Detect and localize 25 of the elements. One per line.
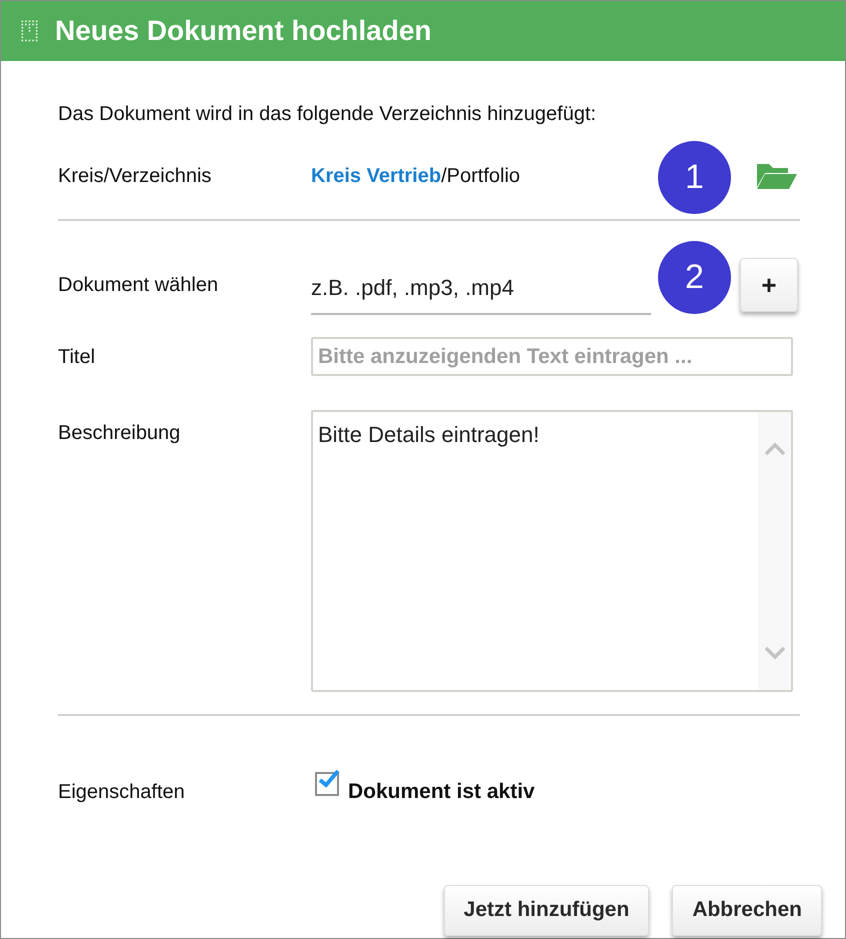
circle-link[interactable]: Kreis Vertrieb	[311, 165, 442, 187]
intro-text: Das Dokument wird in das folgende Verzeichnis hinzugefügt:	[58, 102, 598, 127]
cancel-button[interactable]: Abbrechen	[672, 884, 822, 936]
description-field[interactable]: Bitte Details eintragen!	[311, 410, 793, 692]
file-field[interactable]: z.B. .pdf, .mp3, .mp4	[311, 255, 651, 315]
title-field[interactable]: Bitte anzuzeigenden Text eintragen ...	[311, 337, 793, 376]
checkmark-icon	[317, 768, 341, 790]
checkbox-label: Dokument ist aktiv	[348, 779, 535, 805]
field-label: Beschreibung	[58, 421, 182, 446]
folder-icon[interactable]	[756, 161, 798, 191]
field-label: Eigenschaften	[58, 780, 186, 805]
scrollbar[interactable]	[758, 412, 791, 690]
add-now-button[interactable]: Jetzt hinzufügen	[444, 884, 650, 936]
location-path: Kreis Vertrieb/Portfolio	[311, 164, 520, 189]
checkbox[interactable]	[315, 772, 339, 796]
chevron-down-icon[interactable]	[764, 646, 786, 660]
chevron-up-icon[interactable]	[764, 442, 786, 456]
field-label: Kreis/Verzeichnis	[58, 164, 212, 189]
grid-icon	[21, 20, 39, 42]
add-button[interactable]: +	[740, 258, 798, 312]
field-label: Titel	[58, 344, 96, 370]
field-label: Dokument wählen	[58, 273, 220, 298]
number-badge: 1	[658, 141, 731, 214]
number-badge: 2	[658, 241, 731, 314]
window-title: Neues Dokument hochladen	[55, 14, 432, 48]
